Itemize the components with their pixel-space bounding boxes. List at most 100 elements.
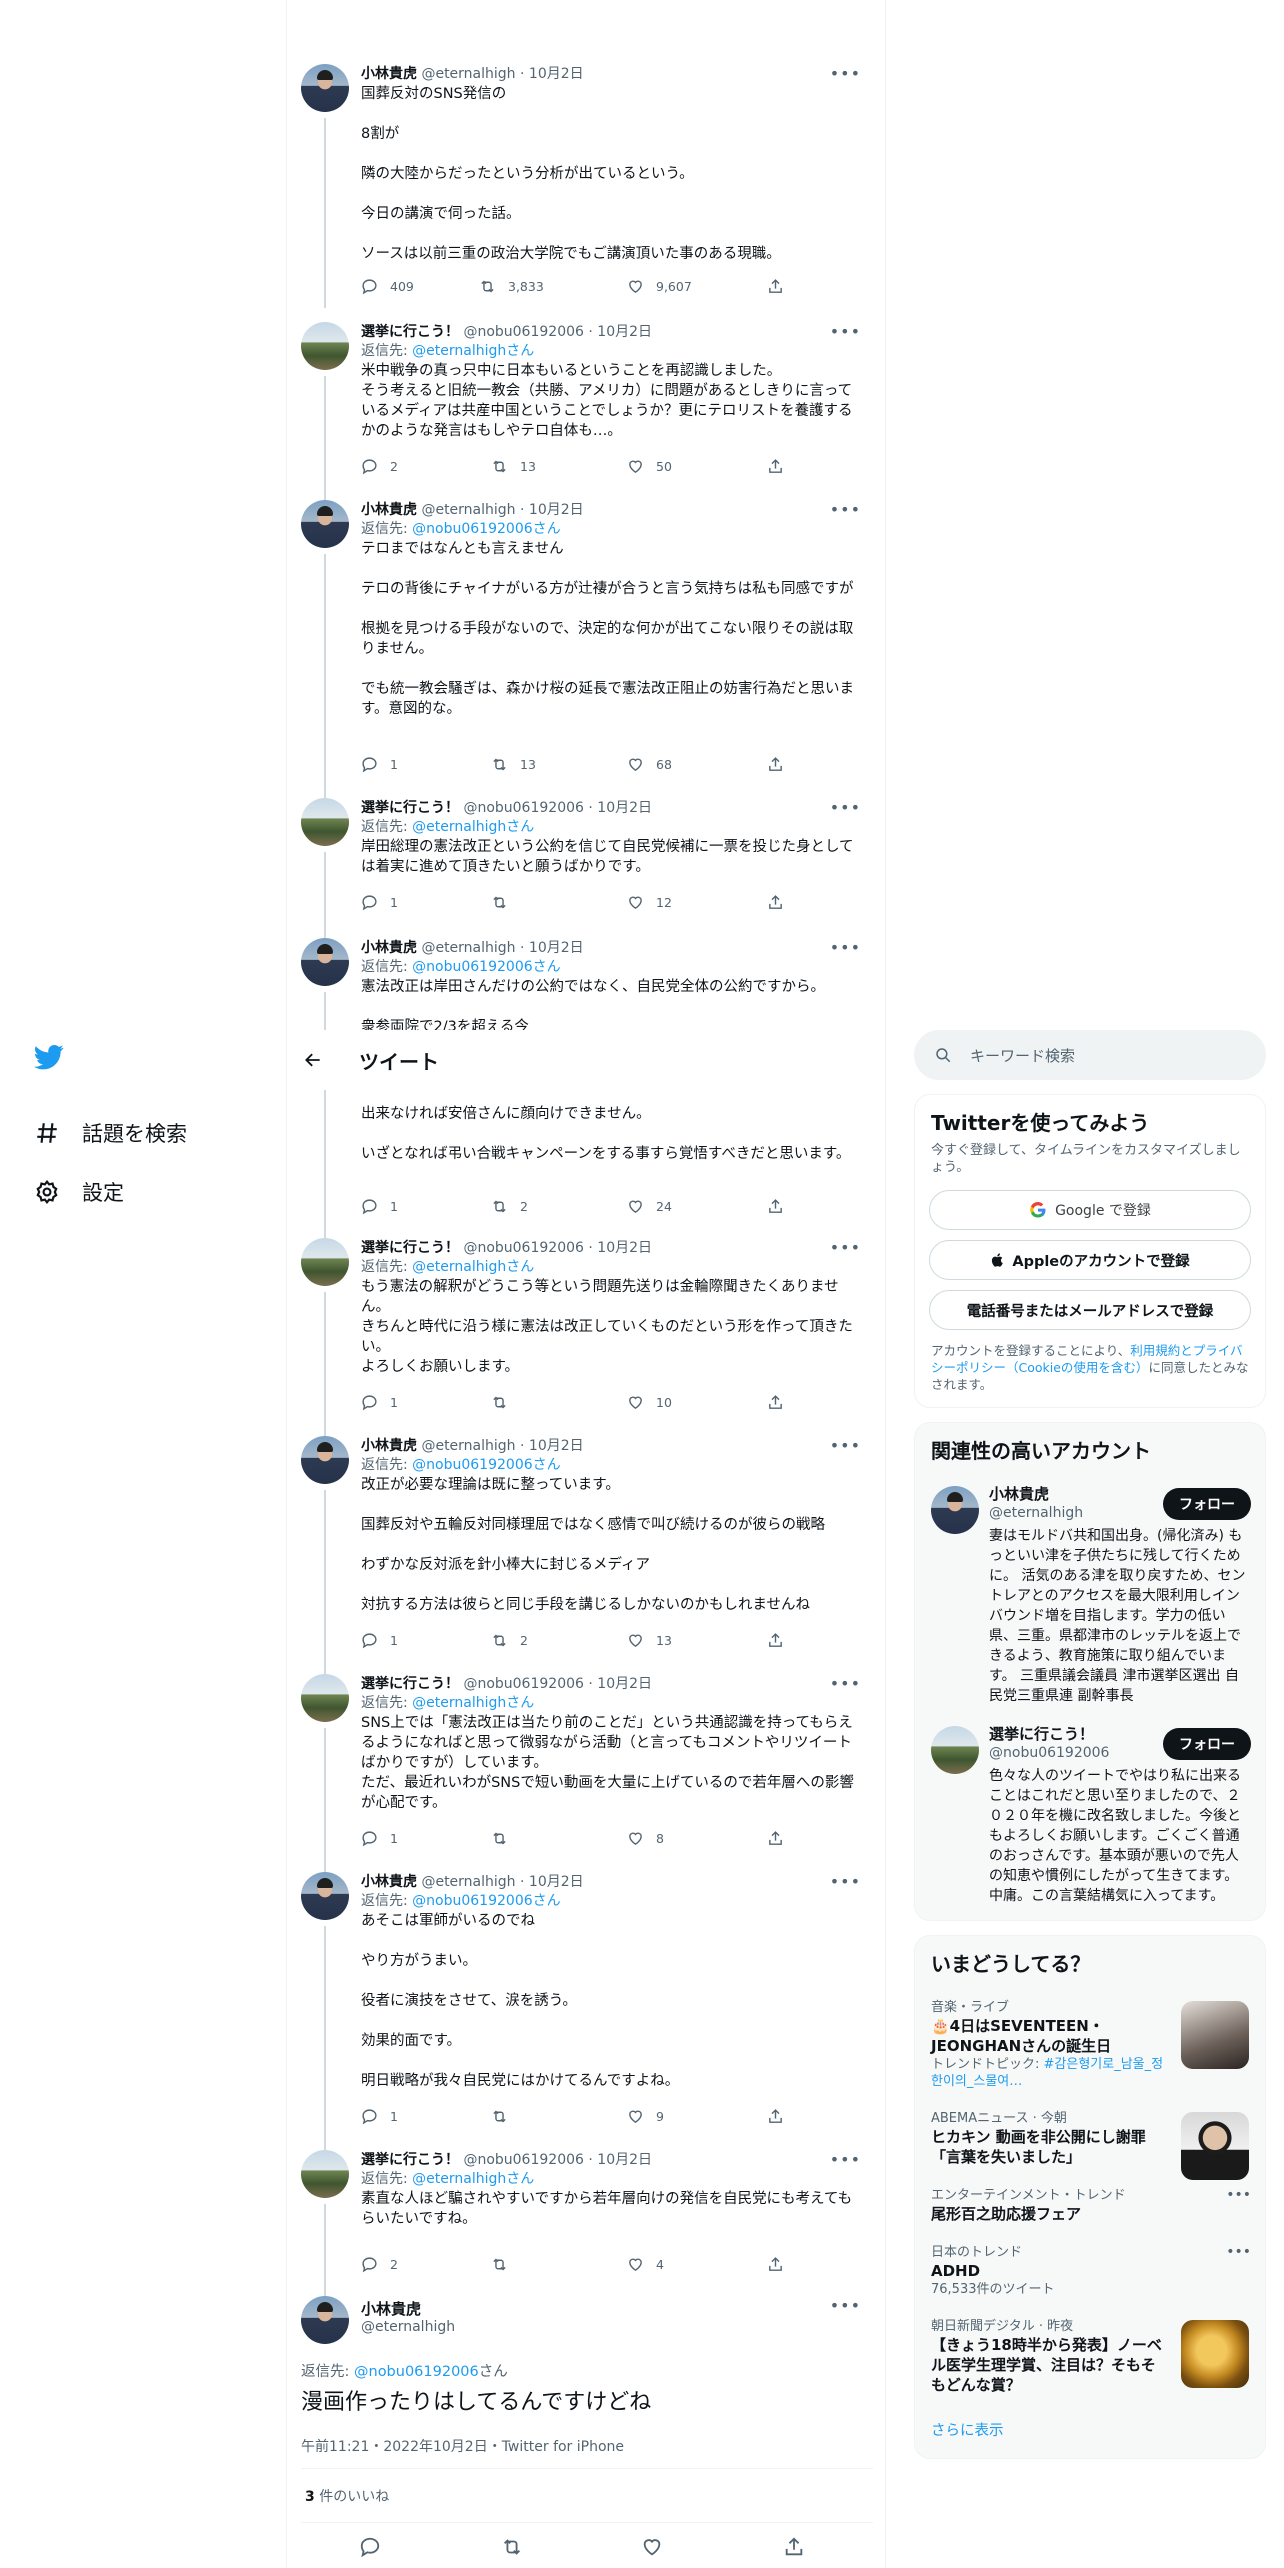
- back-arrow-icon[interactable]: [303, 1050, 323, 1070]
- apple-signup-button[interactable]: Appleのアカウントで登録: [929, 1240, 1251, 1280]
- like-button[interactable]: 50: [627, 458, 672, 475]
- more-icon[interactable]: •••: [830, 1436, 861, 1455]
- trend-item[interactable]: ABEMAニュース · 今朝 ヒカキン 動画を非公開にし謝罪「言葉を失いました」: [915, 2100, 1265, 2180]
- phone-email-signup-button[interactable]: 電話番号またはメールアドレスで登録: [929, 1290, 1251, 1330]
- share-button[interactable]: [767, 278, 796, 295]
- share-button[interactable]: [783, 2536, 817, 2558]
- tweet[interactable]: 選挙に行こう！ @nobu06192006 · 10月2日 ••• 返信先: @…: [301, 2150, 873, 2300]
- retweet-button[interactable]: [491, 2256, 520, 2273]
- reply-button[interactable]: 2: [361, 2256, 398, 2273]
- trend-item[interactable]: 音楽・ライブ 🎂4日はSEVENTEEN・JEONGHANさんの誕生日 トレンド…: [915, 1989, 1265, 2100]
- avatar[interactable]: [301, 1674, 349, 1722]
- author-name[interactable]: 選挙に行こう！: [361, 1240, 459, 1256]
- like-button[interactable]: 9,607: [627, 278, 692, 295]
- reply-button[interactable]: 2: [361, 458, 398, 475]
- like-button[interactable]: [641, 2536, 675, 2558]
- reply-to-link[interactable]: @eternalhighさん: [412, 2171, 534, 2187]
- more-icon[interactable]: •••: [830, 2296, 861, 2315]
- share-button[interactable]: [767, 1198, 796, 1215]
- author-name[interactable]: 小林貴虎: [361, 940, 417, 956]
- avatar[interactable]: [301, 798, 349, 846]
- author-handle[interactable]: @nobu06192006: [463, 1676, 583, 1692]
- show-more-link[interactable]: さらに表示: [915, 2405, 1265, 2458]
- reply-button[interactable]: 1: [361, 1830, 398, 1847]
- reply-button[interactable]: 409: [361, 278, 414, 295]
- author-name[interactable]: 小林貴虎: [361, 1874, 417, 1890]
- avatar[interactable]: [301, 64, 349, 112]
- avatar[interactable]: [301, 1238, 349, 1286]
- tweet-date[interactable]: 10月2日: [597, 800, 652, 816]
- nav-settings[interactable]: 設定: [34, 1177, 124, 1207]
- reply-to-link[interactable]: @nobu06192006: [354, 2364, 479, 2380]
- tweet-date[interactable]: 10月2日: [597, 2152, 652, 2168]
- like-button[interactable]: 4: [627, 2256, 664, 2273]
- like-button[interactable]: 13: [627, 1632, 672, 1649]
- reply-button[interactable]: 1: [361, 1198, 398, 1215]
- more-icon[interactable]: •••: [1226, 2187, 1251, 2203]
- author-handle[interactable]: @eternalhigh: [421, 940, 515, 956]
- tweet[interactable]: 選挙に行こう！ @nobu06192006 · 10月2日 ••• 返信先: @…: [301, 322, 873, 500]
- more-icon[interactable]: •••: [830, 1238, 861, 1257]
- author-handle[interactable]: @eternalhigh: [361, 2319, 455, 2335]
- trend-item[interactable]: エンターテインメント・トレンド 尾形百之助応援フェア •••: [915, 2177, 1265, 2234]
- nav-explore[interactable]: 話題を検索: [34, 1118, 187, 1148]
- account-item[interactable]: 選挙に行こう！ @nobu06192006 フォロー 色々な人のツイートでやはり…: [915, 1716, 1265, 1920]
- reply-to-link[interactable]: @eternalhighさん: [412, 343, 534, 359]
- more-icon[interactable]: •••: [830, 500, 861, 519]
- retweet-button[interactable]: 13: [491, 756, 536, 773]
- retweet-button[interactable]: 2: [491, 1632, 528, 1649]
- avatar[interactable]: [931, 1486, 979, 1534]
- author-handle[interactable]: @nobu06192006: [463, 324, 583, 340]
- share-button[interactable]: [767, 2256, 796, 2273]
- more-icon[interactable]: •••: [830, 64, 861, 83]
- like-button[interactable]: 68: [627, 756, 672, 773]
- reply-to-link[interactable]: @nobu06192006さん: [412, 959, 560, 975]
- reply-to-link[interactable]: @nobu06192006さん: [412, 521, 560, 537]
- tweet-date[interactable]: 10月2日: [529, 1874, 584, 1890]
- like-button[interactable]: 9: [627, 2108, 664, 2125]
- more-icon[interactable]: •••: [830, 798, 861, 817]
- avatar[interactable]: [301, 500, 349, 548]
- avatar[interactable]: [931, 1726, 979, 1774]
- more-icon[interactable]: •••: [830, 938, 861, 957]
- share-button[interactable]: [767, 756, 796, 773]
- reply-button[interactable]: 1: [361, 756, 398, 773]
- tweet-date[interactable]: 10月2日: [529, 502, 584, 518]
- author-handle[interactable]: @nobu06192006: [463, 800, 583, 816]
- avatar[interactable]: [301, 938, 349, 986]
- tweet[interactable]: 選挙に行こう！ @nobu06192006 · 10月2日 ••• 返信先: @…: [301, 798, 873, 938]
- like-button[interactable]: 24: [627, 1198, 672, 1215]
- tweet-date[interactable]: 10月2日: [529, 1438, 584, 1454]
- tweet-continuation[interactable]: 出来なければ安倍さんに顔向けできません。 いざとなれば弔い合戦キャンペーンをする…: [301, 1090, 873, 1238]
- author-name[interactable]: 選挙に行こう！: [361, 2152, 459, 2168]
- retweet-button[interactable]: 3,833: [479, 278, 544, 295]
- share-button[interactable]: [767, 1830, 796, 1847]
- author-handle[interactable]: @nobu06192006: [463, 1240, 583, 1256]
- reply-button[interactable]: [359, 2536, 393, 2558]
- like-button[interactable]: 10: [627, 1394, 672, 1411]
- tweet-date[interactable]: 10月2日: [597, 1240, 652, 1256]
- more-icon[interactable]: •••: [830, 2150, 861, 2169]
- like-button[interactable]: 8: [627, 1830, 664, 1847]
- reply-to-link[interactable]: @eternalhighさん: [412, 819, 534, 835]
- search-input[interactable]: キーワード検索: [914, 1030, 1266, 1080]
- reply-button[interactable]: 1: [361, 1632, 398, 1649]
- author-handle[interactable]: @eternalhigh: [421, 1438, 515, 1454]
- like-button[interactable]: 12: [627, 894, 672, 911]
- avatar[interactable]: [301, 1436, 349, 1484]
- author-name[interactable]: 選挙に行こう！: [361, 324, 459, 340]
- more-icon[interactable]: •••: [1226, 2244, 1251, 2260]
- share-button[interactable]: [767, 458, 796, 475]
- tweet-date[interactable]: 10月2日: [597, 1676, 652, 1692]
- avatar[interactable]: [301, 322, 349, 370]
- tweet[interactable]: 小林貴虎 @eternalhigh · 10月2日 ••• 返信先: @nobu…: [301, 500, 873, 798]
- retweet-button[interactable]: [501, 2536, 535, 2558]
- more-icon[interactable]: •••: [830, 1872, 861, 1891]
- trend-item[interactable]: 朝日新聞デジタル · 昨夜 【きょう18時半から発表】ノーベル医学生理学賞、注目…: [915, 2308, 1265, 2405]
- reply-to-link[interactable]: @nobu06192006さん: [412, 1893, 560, 1909]
- tweet-date[interactable]: 10月2日: [597, 324, 652, 340]
- tweet-date[interactable]: 10月2日: [529, 66, 584, 82]
- retweet-button[interactable]: [491, 2108, 520, 2125]
- account-item[interactable]: 小林貴虎 @eternalhigh フォロー 妻はモルドバ共和国出身。(帰化済み…: [915, 1476, 1265, 1716]
- author-name[interactable]: 小林貴虎: [361, 1438, 417, 1454]
